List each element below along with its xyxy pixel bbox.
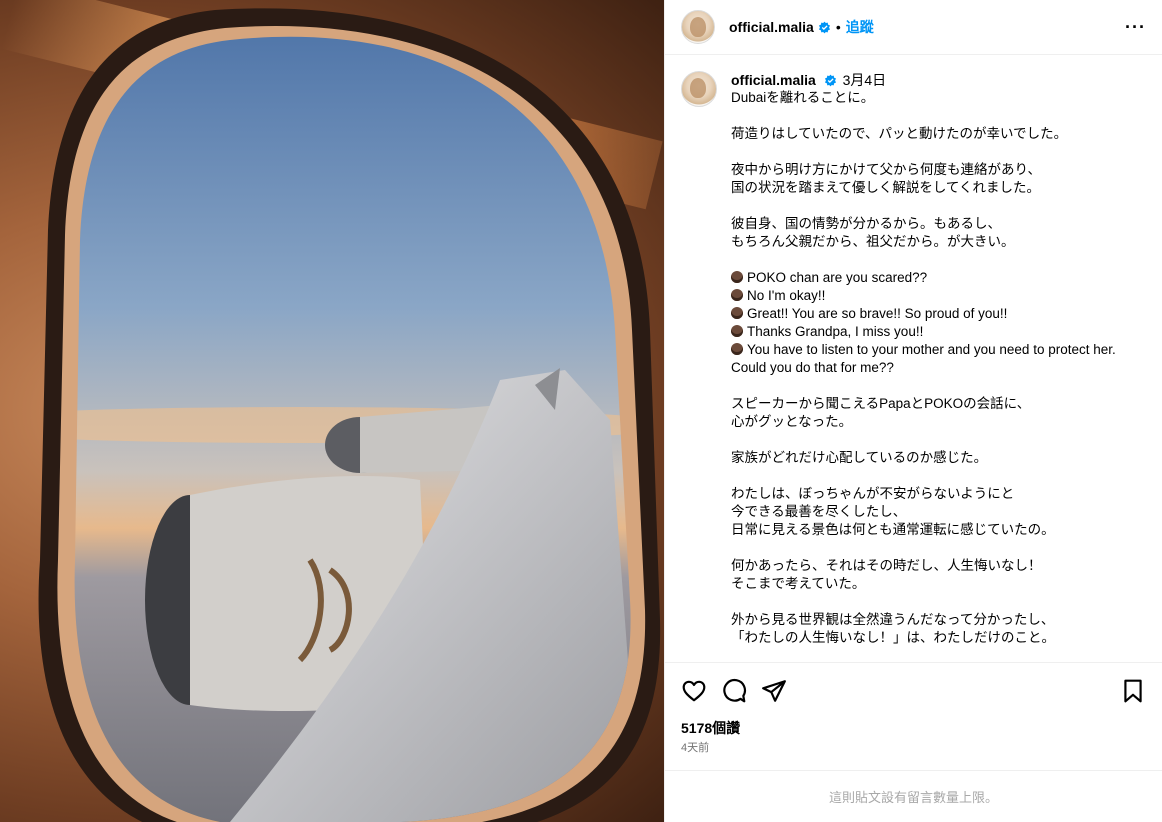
action-bar (665, 663, 1162, 719)
caption-paragraph: わたしは、ぼっちゃんが不安がらないようにと 今できる最善を尽くしたし、日常に見える… (731, 485, 1131, 539)
dialog-line: No I'm okay!! (731, 287, 1131, 305)
heart-icon[interactable] (681, 678, 707, 704)
dialog-text: Great!! You are so brave!! So proud of y… (747, 306, 1008, 321)
caption-line: もちろん父親だから、祖父だから。が大きい。 (731, 234, 1015, 249)
face-emoji-icon (731, 307, 743, 319)
separator-dot: • (835, 19, 841, 35)
post-time-ago[interactable]: 4天前 (665, 737, 1162, 755)
caption-line: 夜中から明け方にかけて父から何度も連絡があり、 (731, 162, 1041, 177)
caption-line: 「わたしの人生悔いなし！」は、わたしだけのこと。 (731, 630, 1055, 645)
caption-paragraph: 家族がどれだけ心配しているのか感じた。 (731, 449, 1131, 467)
bookmark-icon[interactable] (1120, 678, 1146, 704)
post-photo[interactable] (0, 0, 664, 822)
caption-line: そこまで考えていた。 (731, 576, 866, 591)
avatar[interactable] (681, 10, 715, 44)
caption-line: 家族がどれだけ心配しているのか感じた。 (731, 450, 988, 465)
post-header: official.malia • 追蹤 ··· (665, 0, 1162, 55)
caption-line: わたしは、ぼっちゃんが不安がらないようにと (731, 486, 1015, 501)
more-options-icon[interactable]: ··· (1125, 18, 1146, 36)
verified-badge-icon (818, 21, 830, 33)
caption-paragraph: スピーカーから聞こえるPapaとPOKOの会話に、 心がグッとなった。 (731, 395, 1131, 431)
follow-button[interactable]: 追蹤 (846, 17, 874, 37)
caption-line: 外から見る世界観は全然違うんだなって分かったし、 (731, 612, 1055, 627)
dialog-text: You have to listen to your mother and yo… (731, 342, 1116, 375)
username-link[interactable]: official.malia (729, 19, 814, 35)
caption-avatar[interactable] (681, 71, 717, 107)
post-details-panel: official.malia • 追蹤 ··· official.malia 3… (664, 0, 1162, 822)
dialog-text: POKO chan are you scared?? (747, 270, 928, 285)
caption-username[interactable]: official.malia (731, 72, 816, 88)
caption-line: 彼自身、国の情勢が分かるから。もあるし、 (731, 216, 1001, 231)
caption-line: 今できる最善を尽くしたし、 (731, 504, 907, 519)
caption-header: official.malia 3月4日 (731, 71, 1131, 89)
dialog-line: You have to listen to your mother and yo… (731, 341, 1131, 377)
face-emoji-icon (731, 289, 743, 301)
caption-paragraph: 外から見る世界観は全然違うんだなって分かったし、 「わたしの人生悔いなし！」は、わ… (731, 611, 1131, 647)
post-viewer: official.malia • 追蹤 ··· official.malia 3… (0, 0, 1162, 822)
caption-body: official.malia 3月4日 Dubaiを離れることに。 荷造りはして… (731, 71, 1131, 662)
caption-paragraph: 何かあったら、それはその時だし、人生悔いなし！ そこまで考えていた。 (731, 557, 1131, 593)
like-count[interactable]: 5178個讚 (665, 719, 1162, 737)
caption-line: 荷造りはしていたので、パッと動けたのが幸いでした。 (731, 126, 1068, 141)
caption-paragraph: 彼自身、国の情勢が分かるから。もあるし、 もちろん父親だから、祖父だから。が大きい… (731, 215, 1131, 251)
dialog-text: Thanks Grandpa, I miss you!! (747, 324, 924, 339)
caption-line: 心がグッとなった。 (731, 414, 853, 429)
verified-badge-icon (824, 74, 836, 87)
airplane-window-photo (1, 0, 663, 822)
caption-line: 国の状況を踏まえて優しく解説をしてくれました。 (731, 180, 1041, 195)
face-emoji-icon (731, 343, 743, 355)
dialog-line: POKO chan are you scared?? (731, 269, 1131, 287)
face-emoji-icon (731, 325, 743, 337)
dialog-block: POKO chan are you scared?? No I'm okay!! G… (731, 269, 1131, 377)
comments-limited-notice: 這則貼文設有留言數量上限。 (665, 770, 1162, 822)
dialog-line: Great!! You are so brave!! So proud of y… (731, 305, 1131, 323)
post-date: 3月4日 (842, 72, 887, 88)
post-caption: official.malia 3月4日 Dubaiを離れることに。 荷造りはして… (665, 55, 1162, 663)
caption-line: スピーカーから聞こえるPapaとPOKOの会話に、 (731, 396, 1031, 411)
dialog-text: No I'm okay!! (747, 288, 826, 303)
dialog-line: Thanks Grandpa, I miss you!! (731, 323, 1131, 341)
caption-paragraph: 夜中から明け方にかけて父から何度も連絡があり、 国の状況を踏まえて優しく解説をして… (731, 161, 1131, 197)
caption-line: 日常に見える景色は何とも通常運転に感じていたの。 (731, 522, 1055, 537)
face-emoji-icon (731, 271, 743, 283)
share-icon[interactable] (761, 678, 787, 704)
caption-title: Dubaiを離れることに。 (731, 90, 875, 105)
caption-line: 何かあったら、それはその時だし、人生悔いなし！ (731, 558, 1042, 573)
comment-icon[interactable] (721, 678, 747, 704)
caption-paragraph: 荷造りはしていたので、パッと動けたのが幸いでした。 (731, 125, 1131, 143)
